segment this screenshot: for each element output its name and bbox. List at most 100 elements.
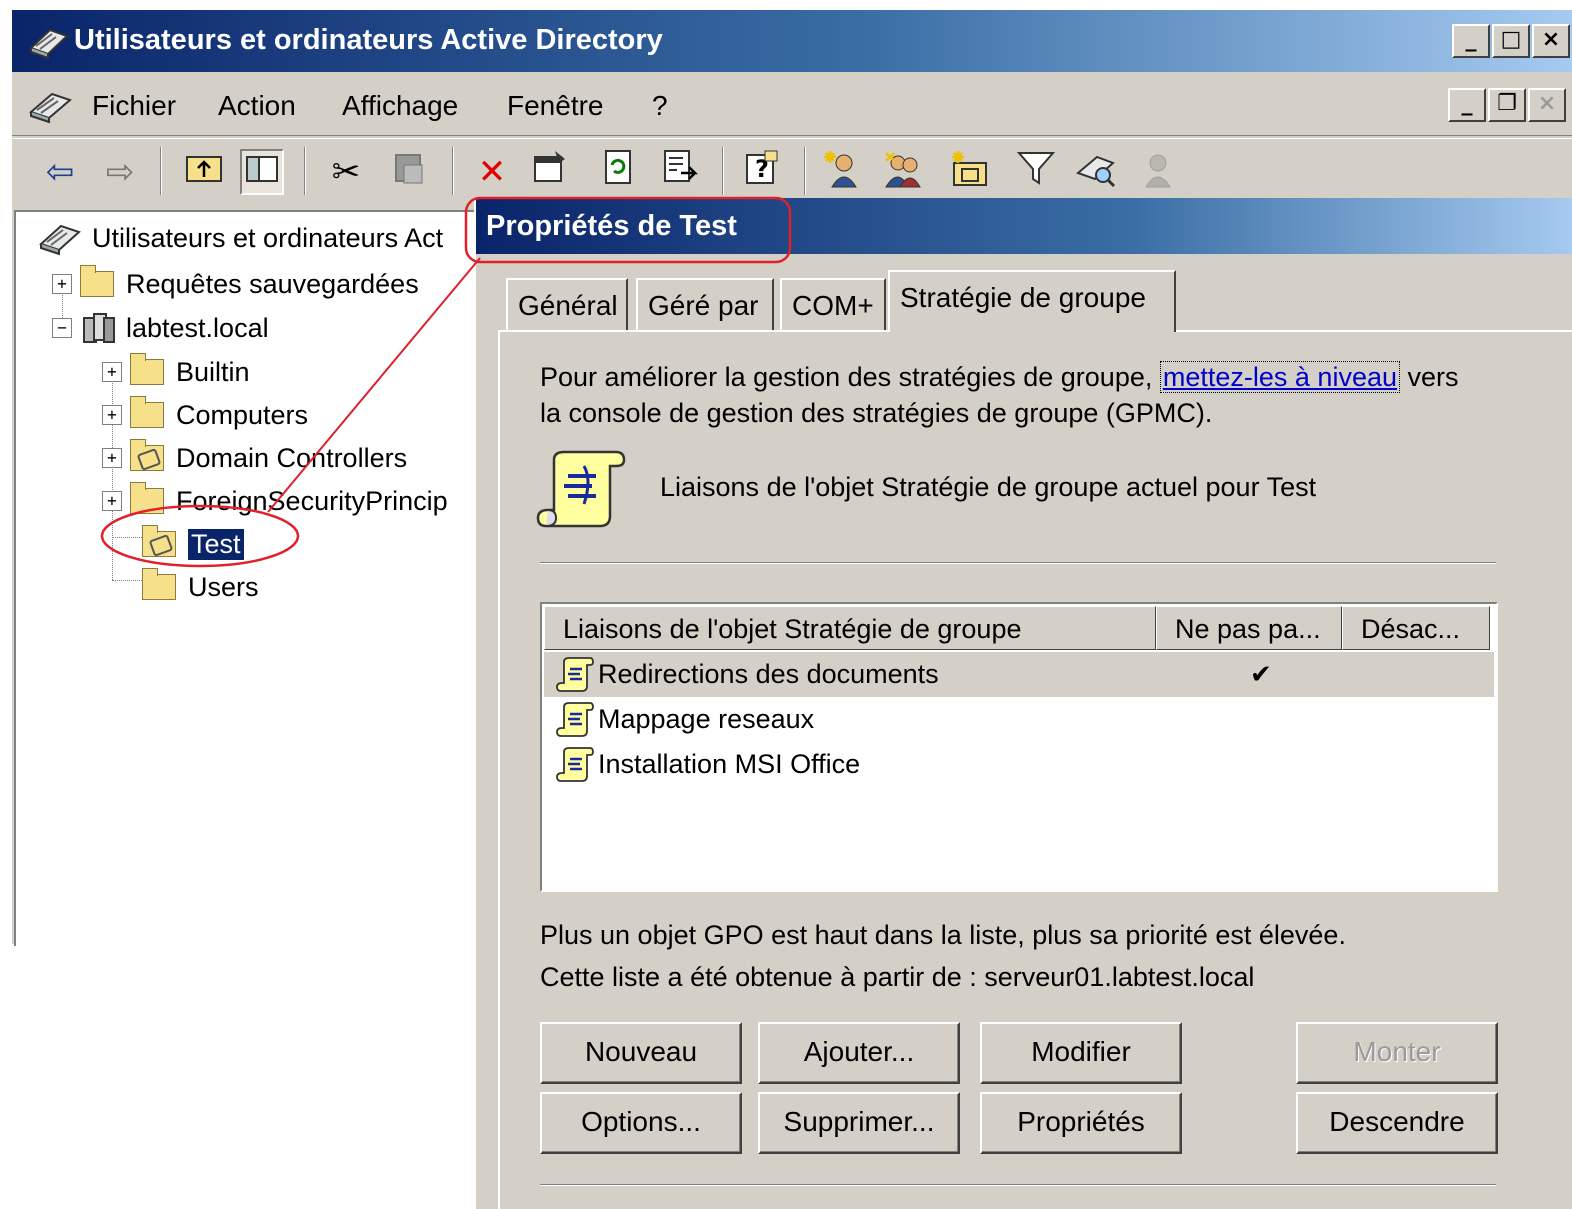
gpo-scroll-icon (556, 656, 594, 692)
gpo-row[interactable]: Redirections des documents ✔ (544, 652, 1494, 697)
cut-icon[interactable]: ✂ (324, 149, 368, 195)
new-user-icon[interactable] (820, 149, 864, 195)
tree-root[interactable]: Utilisateurs et ordinateurs Act (38, 218, 443, 258)
properties-dialog: Propriétés de Test Général Géré par COM+… (474, 198, 1572, 1209)
toolbar-separator (804, 147, 806, 195)
menu-action[interactable]: Action (218, 90, 296, 122)
links-caption: Liaisons de l'objet Stratégie de groupe … (660, 472, 1317, 502)
mdi-minimize-button[interactable]: _ (1448, 88, 1486, 122)
separator (540, 1184, 1496, 1186)
add-button[interactable]: Ajouter... (758, 1022, 960, 1084)
tree-root-label: Utilisateurs et ordinateurs Act (92, 222, 444, 253)
column-header-disabled[interactable]: Désac... (1342, 606, 1490, 650)
delete-icon[interactable]: ✕ (470, 149, 514, 195)
mdi-restore-button[interactable]: ❐ (1488, 88, 1526, 122)
no-override-check-icon[interactable]: ✔ (1250, 660, 1272, 690)
expand-icon[interactable]: + (102, 448, 122, 468)
gpmc-intro-line2: la console de gestion des stratégies de … (540, 398, 1213, 428)
gpo-row[interactable]: Installation MSI Office (544, 742, 1494, 787)
options-button[interactable]: Options... (540, 1092, 742, 1154)
console-menu-icon[interactable] (28, 86, 74, 126)
tree-item-computers[interactable]: + Computers (102, 395, 308, 435)
ou-icon (130, 439, 164, 471)
column-header-gpo-links[interactable]: Liaisons de l'objet Stratégie de groupe (544, 606, 1156, 650)
aduc-snapin-icon (29, 28, 69, 60)
export-list-icon[interactable] (658, 149, 702, 195)
close-button[interactable]: × (1532, 24, 1570, 58)
menu-affichage[interactable]: Affichage (342, 90, 458, 122)
gpo-row[interactable]: Mappage reseaux (544, 697, 1494, 742)
folder-icon (130, 482, 164, 514)
back-arrow-icon[interactable]: ⇦ (38, 149, 82, 195)
expand-icon[interactable]: + (102, 405, 122, 425)
gpmc-intro-line1: Pour améliorer la gestion des stratégies… (540, 361, 1459, 393)
expand-icon[interactable]: + (102, 491, 122, 511)
gpo-name: Mappage reseaux (598, 704, 815, 734)
toolbar-separator (304, 147, 306, 195)
tab-group-policy[interactable]: Stratégie de groupe (888, 270, 1176, 332)
folder-icon (130, 396, 164, 428)
gpmc-intro-text: Pour améliorer la gestion des stratégies… (540, 362, 1153, 392)
expand-icon[interactable]: + (102, 362, 122, 382)
move-up-button[interactable]: Monter (1296, 1022, 1498, 1084)
properties-button[interactable]: Propriétés (980, 1092, 1182, 1154)
column-header-no-override[interactable]: Ne pas pa... (1156, 606, 1342, 650)
console-tree[interactable]: Utilisateurs et ordinateurs Act + Requêt… (14, 210, 514, 946)
new-group-icon[interactable] (880, 149, 924, 195)
add-to-group-icon[interactable] (1134, 149, 1178, 195)
tree-item-test[interactable]: Test (142, 524, 244, 564)
toolbar: ⇦ ⇨ ✂ ✕ ? (12, 138, 1572, 204)
domain-icon (83, 313, 115, 343)
upgrade-gpmc-link[interactable]: mettez-les à niveau (1159, 361, 1400, 393)
menu-help[interactable]: ? (652, 90, 668, 122)
show-tree-icon[interactable] (240, 149, 284, 195)
tree-item-users[interactable]: Users (142, 567, 259, 607)
up-folder-icon[interactable] (182, 149, 226, 195)
tab-general[interactable]: Général (506, 278, 628, 330)
new-ou-icon[interactable] (948, 149, 992, 195)
tree-item-label: Requêtes sauvegardées (126, 268, 419, 299)
gpo-name: Installation MSI Office (598, 749, 861, 779)
refresh-icon[interactable] (596, 149, 640, 195)
tab-managed-by[interactable]: Géré par (636, 278, 774, 330)
gpo-scroll-icon (556, 701, 594, 737)
mdi-close-button[interactable]: × (1528, 88, 1566, 122)
new-button[interactable]: Nouveau (540, 1022, 742, 1084)
find-icon[interactable] (1074, 149, 1118, 195)
menu-fichier[interactable]: Fichier (92, 90, 176, 122)
tab-com-plus[interactable]: COM+ (780, 278, 886, 330)
minimize-button[interactable]: _ (1452, 24, 1490, 58)
maximize-button[interactable]: □ (1492, 24, 1530, 58)
folder-icon (80, 265, 114, 297)
collapse-icon[interactable]: − (52, 318, 72, 338)
expand-icon[interactable]: + (52, 274, 72, 294)
tree-item-label: Users (188, 571, 259, 602)
paste-icon[interactable] (386, 149, 430, 195)
dialog-titlebar[interactable]: Propriétés de Test (476, 198, 1572, 254)
gpo-links-list[interactable]: Liaisons de l'objet Stratégie de groupe … (540, 602, 1498, 892)
tree-item-saved-queries[interactable]: + Requêtes sauvegardées (52, 264, 419, 304)
tree-item-foreign-security-principals[interactable]: + ForeignSecurityPrincip (102, 481, 448, 521)
move-down-button[interactable]: Descendre (1296, 1092, 1498, 1154)
gpmc-intro-suffix: vers (1407, 362, 1459, 392)
tree-item-label: Builtin (176, 356, 250, 387)
menu-fenetre[interactable]: Fenêtre (507, 90, 604, 122)
delete-button[interactable]: Supprimer... (758, 1092, 960, 1154)
tree-item-domain-controllers[interactable]: + Domain Controllers (102, 438, 407, 478)
help-icon[interactable]: ? (740, 149, 784, 195)
dialog-title: Propriétés de Test (486, 210, 737, 242)
filter-icon[interactable] (1014, 149, 1058, 195)
tree-line (112, 537, 142, 538)
edit-button[interactable]: Modifier (980, 1022, 1182, 1084)
window-titlebar[interactable]: Utilisateurs et ordinateurs Active Direc… (12, 10, 1572, 72)
properties-icon[interactable] (528, 149, 572, 195)
gpo-name: Redirections des documents (598, 659, 939, 689)
tree-line (112, 580, 142, 581)
source-note: Cette liste a été obtenue à partir de : … (540, 962, 1255, 992)
forward-arrow-icon[interactable]: ⇨ (98, 149, 142, 195)
tree-item-label: Domain Controllers (176, 442, 408, 473)
tree-item-builtin[interactable]: + Builtin (102, 352, 250, 392)
ou-icon (142, 525, 176, 557)
tree-item-domain[interactable]: − labtest.local (52, 308, 269, 348)
priority-note: Plus un objet GPO est haut dans la liste… (540, 920, 1346, 950)
